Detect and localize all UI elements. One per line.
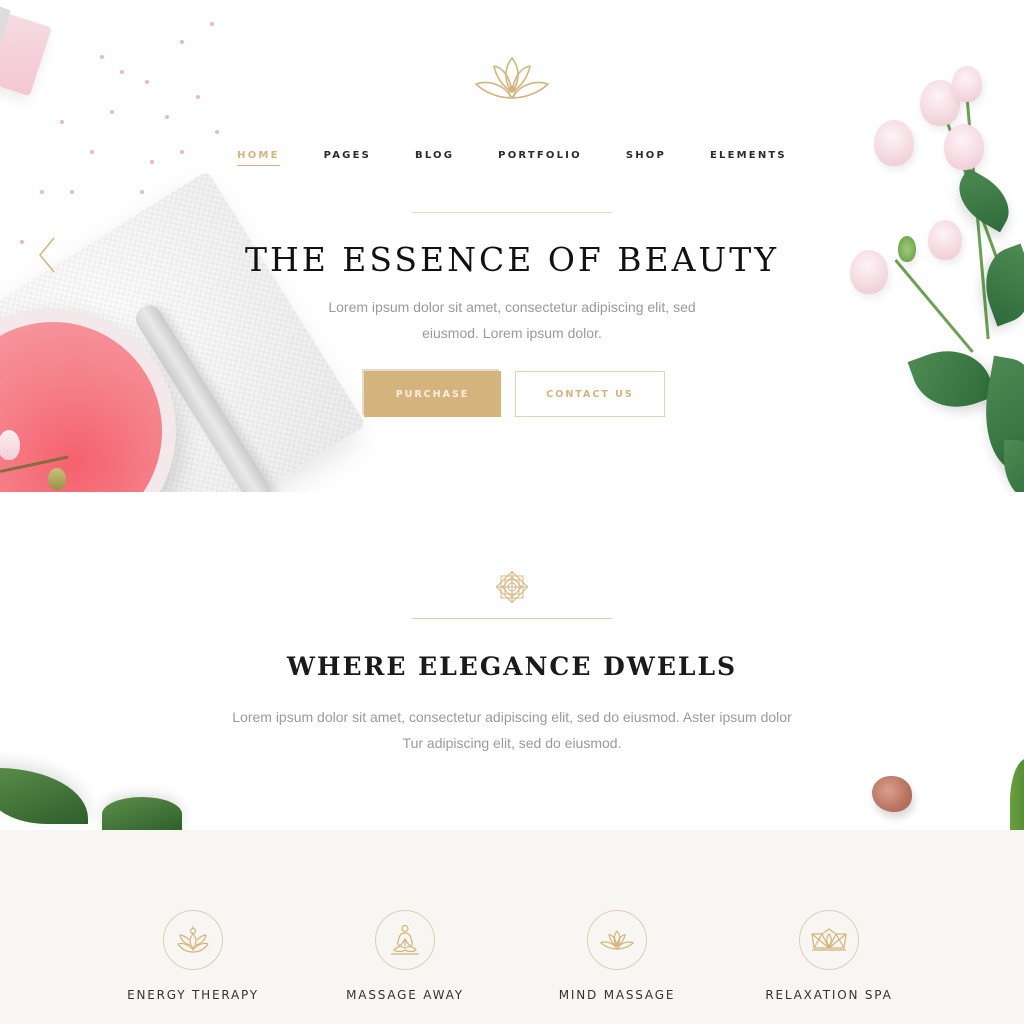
salt-crystal-decoration [40,190,44,194]
service-icon-circle [163,910,223,970]
service-mind-massage[interactable]: MIND MASSAGE [527,910,707,1002]
service-icon-circle [375,910,435,970]
hero-title: THE ESSENCE OF BEAUTY [244,240,780,279]
main-nav: HOME PAGES BLOG PORTFOLIO SHOP ELEMENTS [0,150,1024,166]
salt-crystal-decoration [196,95,200,99]
salt-crystal-decoration [100,55,104,59]
intro-divider [412,618,612,619]
salt-crystal-decoration [180,40,184,44]
lotus-icon [600,930,634,950]
leaf-decoration [0,768,88,824]
salt-crystal-decoration [145,80,149,84]
rosebud-decoration [48,468,66,490]
nav-item-home[interactable]: HOME [237,150,280,166]
salt-crystal-decoration [165,115,169,119]
nav-item-portfolio[interactable]: PORTFOLIO [498,150,582,166]
salt-crystal-decoration [140,190,144,194]
intro-section: WHERE ELEGANCE DWELLS Lorem ipsum dolor … [0,492,1024,830]
salt-crystal-decoration [210,22,214,26]
stone-decoration [872,776,912,812]
nav-item-pages[interactable]: PAGES [324,150,371,166]
intro-title: WHERE ELEGANCE DWELLS [286,652,738,681]
hero-section: HOME PAGES BLOG PORTFOLIO SHOP ELEMENTS THE E… [0,0,1024,492]
rosebud-decoration [0,430,20,460]
service-label: MIND MASSAGE [558,988,676,1002]
service-icon-circle [587,910,647,970]
nav-item-blog[interactable]: BLOG [415,150,454,166]
purchase-button[interactable]: PURCHASE [364,371,501,417]
contact-us-button[interactable]: CONTACT US [515,371,665,417]
lotus-yoga-icon [177,926,209,953]
intro-text: Lorem ipsum dolor sit amet, consectetur … [232,709,792,751]
leaf-decoration [1010,758,1024,830]
service-massage-away[interactable]: MASSAGE AWAY [315,910,495,1002]
service-label: ENERGY THERAPY [127,988,259,1002]
hero-divider [412,212,612,213]
leaf-decoration [102,797,182,830]
lotus-logo-icon[interactable] [472,52,552,104]
salt-crystal-decoration [60,120,64,124]
service-label: MASSAGE AWAY [346,988,464,1002]
salt-crystal-decoration [120,70,124,74]
nav-item-elements[interactable]: ELEMENTS [710,150,787,166]
services-section: ENERGY THERAPY MASSAGE AWAY MIND MASSAGE… [0,830,1024,1024]
service-label: RELAXATION SPA [765,988,893,1002]
hero-text: Lorem ipsum dolor sit amet, consectetur … [328,299,696,341]
service-relaxation-spa[interactable]: RELAXATION SPA [739,910,919,1002]
salt-crystal-decoration [110,110,114,114]
mandala-icon [495,570,529,604]
meditation-icon [391,924,419,955]
service-icon-circle [799,910,859,970]
nav-item-shop[interactable]: SHOP [626,150,666,166]
salt-crystal-decoration [70,190,74,194]
geometric-lotus-icon [811,928,847,951]
salt-crystal-decoration [215,130,219,134]
service-energy-therapy[interactable]: ENERGY THERAPY [103,910,283,1002]
cosmetic-jar-decoration [0,11,52,97]
